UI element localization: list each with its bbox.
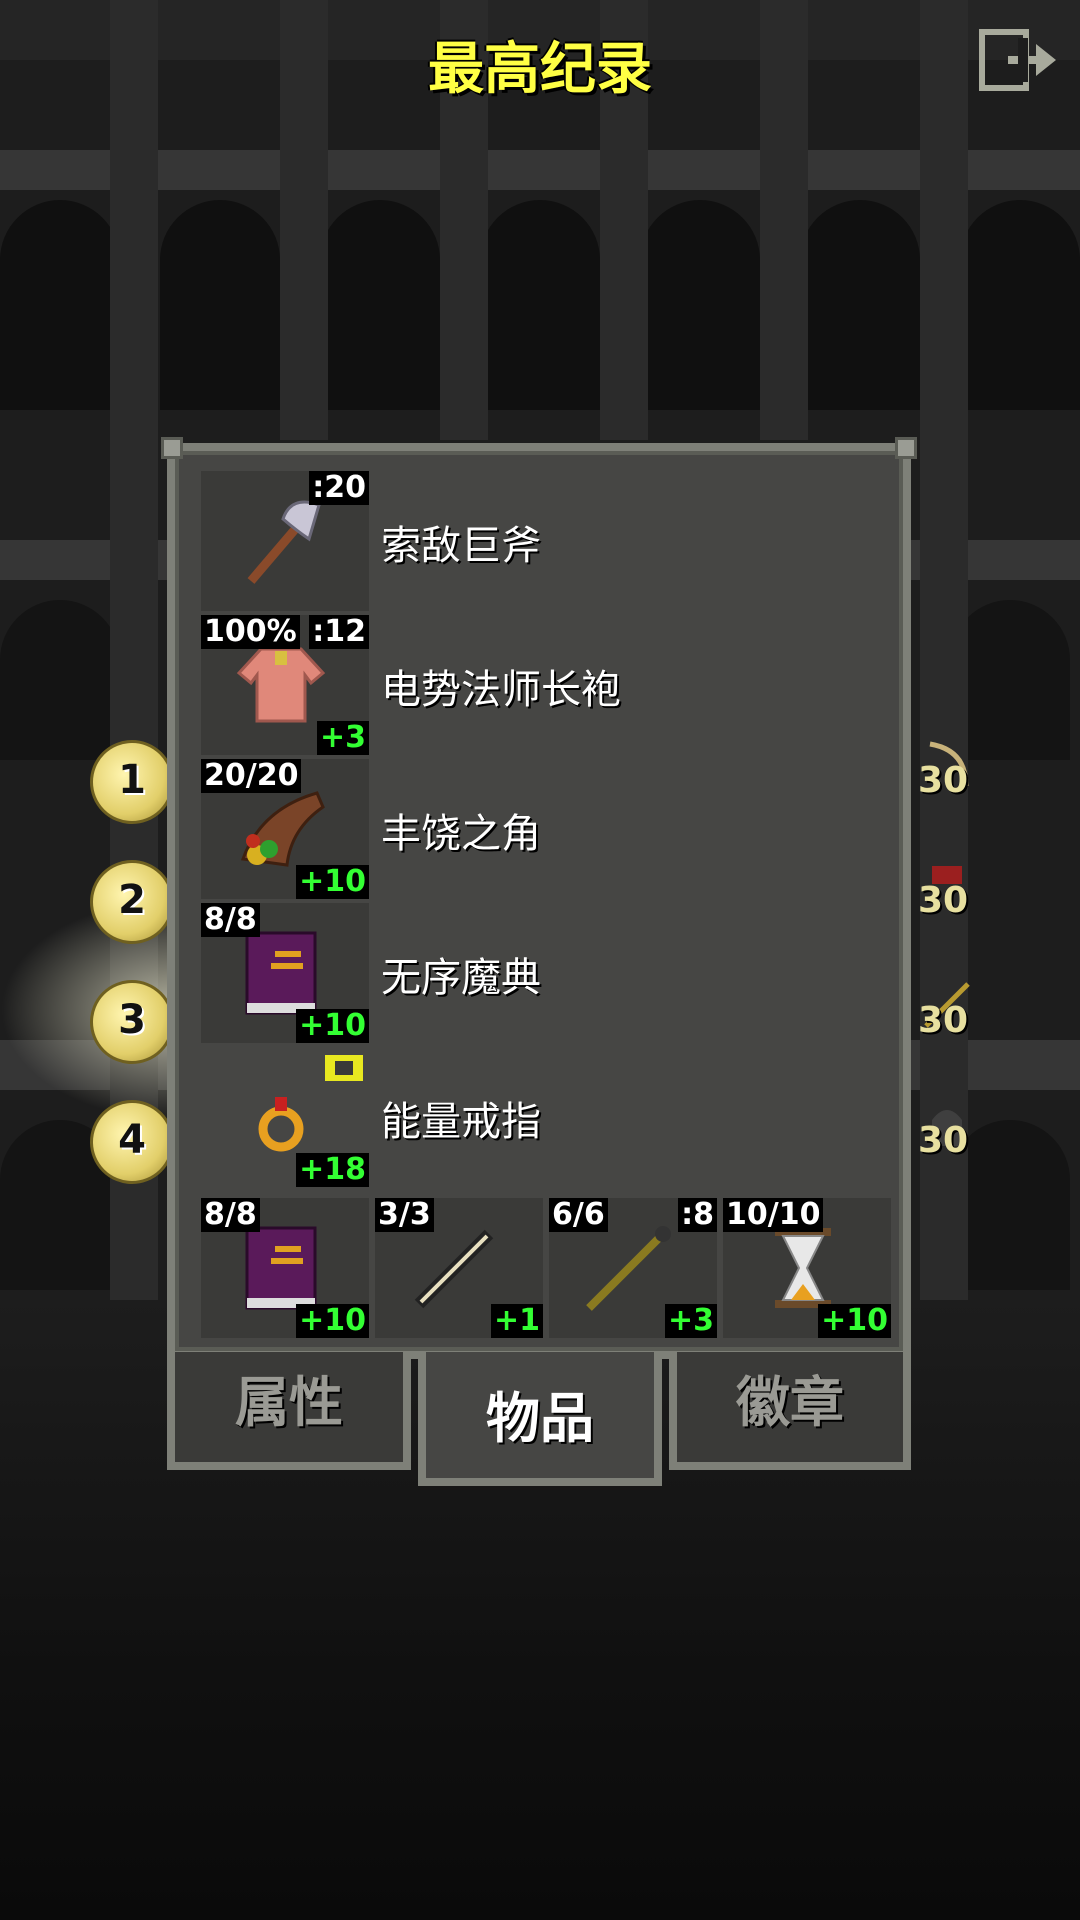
item-slot[interactable]: 100% :12 +3 xyxy=(201,615,369,755)
quickslot-charges: 8/8 xyxy=(201,1198,260,1232)
item-slot[interactable]: +18 xyxy=(201,1047,369,1187)
item-name: 电势法师长袍 xyxy=(381,667,621,713)
items-panel: :20 索敌巨斧 100% :12 +3 电势法师长袍 20/20 +10 丰饶… xyxy=(161,437,917,1359)
wand-icon xyxy=(414,1229,494,1309)
item-row[interactable]: :20 索敌巨斧 xyxy=(201,471,881,611)
quickslot-upgrade: +3 xyxy=(664,1304,717,1338)
tab-label: 属性 xyxy=(235,1371,343,1434)
item-slot[interactable]: 20/20 +10 xyxy=(201,759,369,899)
rank-number: 3 xyxy=(118,997,146,1043)
item-name: 索敌巨斧 xyxy=(381,523,541,569)
score-2: 30 xyxy=(918,880,969,921)
tab-stats[interactable]: 属性 xyxy=(167,1352,411,1470)
robe-icon xyxy=(236,647,326,723)
rank-coin-2[interactable]: 2 xyxy=(90,860,174,944)
tab-badges[interactable]: 徽章 xyxy=(669,1352,911,1470)
quickslot-row: 8/8 +10 3/3 +1 6/6 :8 +3 10/10 +10 xyxy=(201,1198,891,1338)
rank-coin-4[interactable]: 4 xyxy=(90,1100,174,1184)
quickslot-charges: 3/3 xyxy=(375,1198,434,1232)
quickslot-charges: 10/10 xyxy=(723,1198,824,1232)
quickslot-upgrade: +10 xyxy=(818,1304,891,1338)
item-row[interactable]: 20/20 +10 丰饶之角 xyxy=(201,759,881,899)
tab-items[interactable]: 物品 xyxy=(418,1352,662,1486)
quickslot[interactable]: 3/3 +1 xyxy=(375,1198,543,1338)
rank-coin-3[interactable]: 3 xyxy=(90,980,174,1064)
panel-corner xyxy=(895,437,917,459)
quickslot[interactable]: 8/8 +10 xyxy=(201,1198,369,1338)
item-row[interactable]: 8/8 +10 无序魔典 xyxy=(201,903,881,1043)
quickslot-upgrade: +10 xyxy=(296,1304,369,1338)
quickslot-upgrade: +1 xyxy=(490,1304,543,1338)
tab-label: 物品 xyxy=(486,1387,594,1450)
item-slot[interactable]: 8/8 +10 xyxy=(201,903,369,1043)
quickslot[interactable]: 10/10 +10 xyxy=(723,1198,891,1338)
item-name: 丰饶之角 xyxy=(381,811,541,857)
rank-coin-1[interactable]: 1 xyxy=(90,740,174,824)
item-upgrade: +10 xyxy=(296,865,369,899)
item-slot[interactable]: :20 xyxy=(201,471,369,611)
page-title: 最高纪录 xyxy=(428,37,652,102)
item-upgrade: +3 xyxy=(316,721,369,755)
score-1: 30 xyxy=(918,760,969,801)
item-upgrade: +18 xyxy=(296,1153,369,1187)
quickslot[interactable]: 6/6 :8 +3 xyxy=(549,1198,717,1338)
staff-icon xyxy=(586,1226,671,1311)
rank-number: 2 xyxy=(118,877,146,923)
item-row[interactable]: 100% :12 +3 电势法师长袍 xyxy=(201,615,881,755)
panel-corner xyxy=(161,437,183,459)
item-charges: 20/20 xyxy=(201,759,302,793)
item-upgrade: +10 xyxy=(296,1009,369,1043)
equipped-indicator-icon xyxy=(325,1055,363,1081)
item-charge: :12 xyxy=(309,615,369,649)
item-charges: 8/8 xyxy=(201,903,260,937)
quickslot-charge: :8 xyxy=(678,1198,717,1232)
item-name: 无序魔典 xyxy=(381,955,541,1001)
item-name: 能量戒指 xyxy=(381,1099,541,1145)
rank-number: 1 xyxy=(118,757,146,803)
item-charge: :20 xyxy=(309,471,369,505)
score-3: 30 xyxy=(918,1000,969,1041)
tab-label: 徽章 xyxy=(736,1371,844,1434)
exit-icon[interactable] xyxy=(978,28,1058,92)
score-4: 30 xyxy=(918,1120,969,1161)
rank-number: 4 xyxy=(118,1117,146,1163)
axe-icon xyxy=(247,500,321,584)
item-row[interactable]: +18 能量戒指 xyxy=(201,1047,881,1187)
item-durability: 100% xyxy=(201,615,300,649)
quickslot-charges: 6/6 xyxy=(549,1198,608,1232)
